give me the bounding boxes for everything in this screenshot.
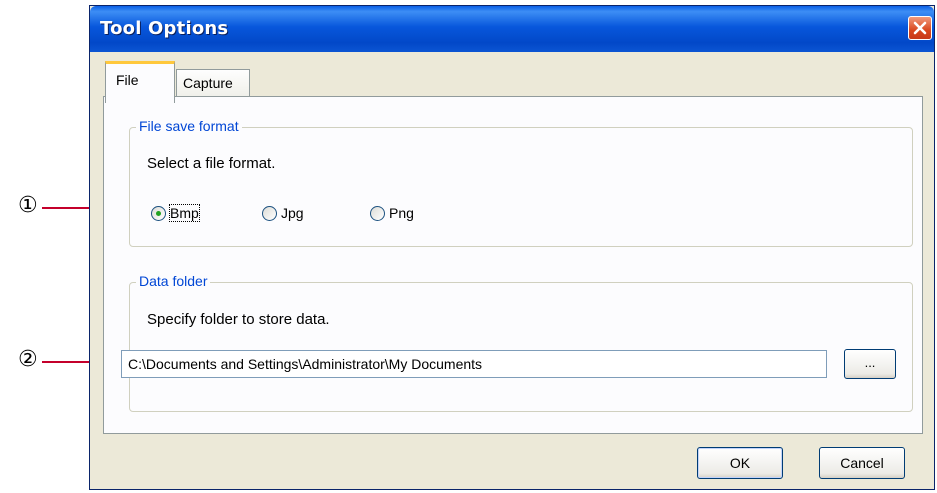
radio-jpg-label: Jpg — [281, 205, 304, 221]
file-format-instruction: Select a file format. — [147, 155, 276, 172]
tab-file-label: File — [116, 72, 139, 88]
tab-file[interactable]: File — [105, 61, 175, 103]
close-button[interactable] — [908, 16, 932, 40]
radio-png-circle — [370, 206, 385, 221]
cancel-button[interactable]: Cancel — [819, 447, 905, 479]
data-folder-path-input[interactable]: C:\Documents and Settings\Administrator\… — [121, 350, 827, 378]
radio-bmp[interactable]: Bmp — [151, 204, 213, 223]
data-folder-group: Data folder — [129, 273, 913, 412]
file-save-format-group: File save format — [129, 118, 913, 247]
browse-folder-button[interactable]: ... — [844, 349, 896, 379]
data-folder-instruction: Specify folder to store data. — [147, 311, 330, 328]
radio-bmp-circle — [151, 206, 166, 221]
tool-options-dialog: Tool Options File Capture File save form… — [89, 5, 935, 490]
file-tab-panel: File save format Select a file format. B… — [103, 96, 923, 434]
radio-jpg[interactable]: Jpg — [262, 205, 322, 223]
callout-1: ① — [18, 193, 38, 218]
data-folder-legend: Data folder — [136, 273, 211, 289]
tab-capture-label: Capture — [183, 75, 233, 91]
file-save-format-legend: File save format — [136, 118, 242, 134]
close-icon — [913, 21, 927, 35]
radio-png-label: Png — [389, 205, 414, 221]
title-bar[interactable]: Tool Options — [90, 6, 934, 52]
radio-jpg-circle — [262, 206, 277, 221]
radio-png[interactable]: Png — [370, 205, 430, 223]
radio-bmp-label: Bmp — [169, 204, 200, 222]
radio-selected-dot — [156, 211, 161, 216]
tab-capture[interactable]: Capture — [176, 69, 250, 96]
callout-2: ② — [18, 347, 38, 372]
window-title: Tool Options — [100, 18, 229, 39]
ok-button[interactable]: OK — [697, 447, 783, 479]
